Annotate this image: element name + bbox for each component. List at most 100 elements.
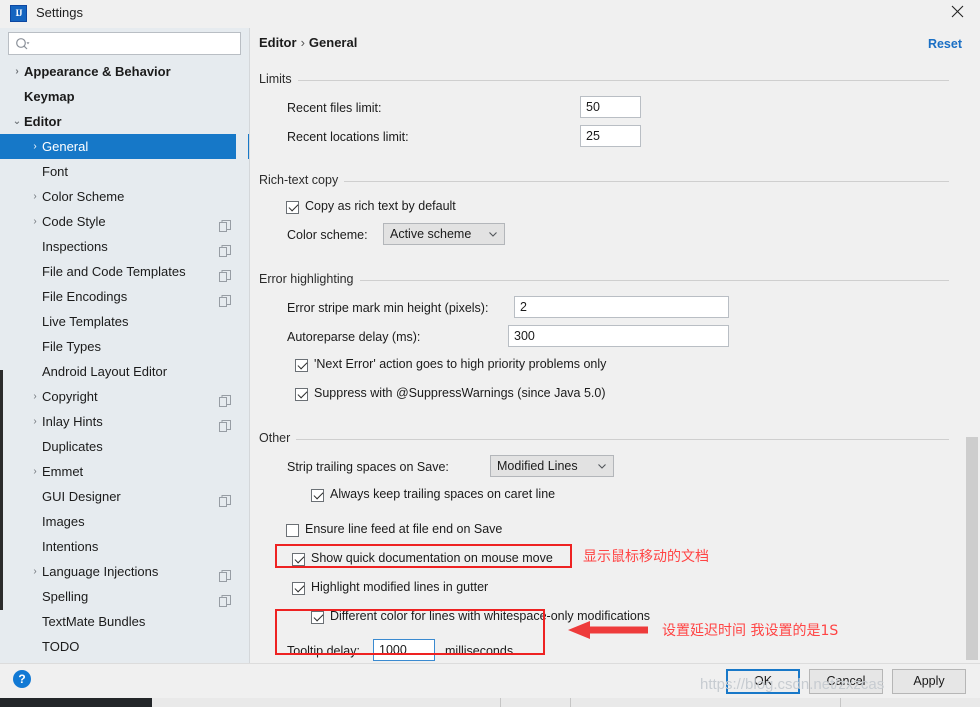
settings-dialog: IJ Settings › Appearance & Behavior Keymap… (0, 0, 980, 707)
chevron-right-icon[interactable]: › (28, 459, 42, 484)
sidebar-item-keymap[interactable]: Keymap (0, 84, 249, 109)
reset-link[interactable]: Reset (928, 37, 962, 51)
tooltip-delay-input[interactable]: 1000 (373, 639, 435, 661)
settings-sidebar: › Appearance & Behavior Keymap ⌄ Editor › Gene… (0, 28, 484, 663)
group-rich-text-copy: Rich-text copy Copy as rich text by defa… (259, 173, 949, 245)
copy-settings-icon[interactable] (219, 415, 231, 432)
group-error-highlighting-title: Error highlighting (259, 272, 360, 286)
copy-settings-icon[interactable] (219, 590, 231, 607)
autoreparse-delay-label: Autoreparse delay (ms): (287, 330, 421, 344)
copy-as-rich-text-checkbox[interactable] (286, 201, 299, 214)
chevron-right-icon[interactable]: › (10, 59, 24, 84)
sidebar-item-label: Keymap (24, 89, 75, 104)
sidebar-item-label: Live Templates (42, 314, 129, 329)
close-icon[interactable] (934, 0, 980, 28)
sidebar-item-android-layout-editor[interactable]: Android Layout Editor (0, 359, 249, 384)
breadcrumb: Editor › General (259, 35, 357, 50)
sidebar-item-file-and-code-templates[interactable]: File and Code Templates (0, 259, 249, 284)
group-limits-header: Limits (259, 72, 949, 88)
chevron-right-icon[interactable]: › (28, 559, 42, 584)
breadcrumb-parent[interactable]: Editor (259, 35, 297, 50)
sidebar-item-intentions[interactable]: Intentions (0, 534, 249, 559)
tooltip-delay-label: Tooltip delay: (287, 644, 360, 658)
suppress-warnings-label[interactable]: Suppress with @SuppressWarnings (since J… (314, 386, 606, 400)
sidebar-item-editor[interactable]: ⌄ Editor (0, 109, 249, 134)
settings-tree[interactable]: › Appearance & Behavior Keymap ⌄ Editor › Gene… (0, 59, 249, 663)
recent-locations-limit-label: Recent locations limit: (287, 130, 409, 144)
sidebar-item-code-style[interactable]: › Code Style (0, 209, 249, 234)
color-scheme-select[interactable]: Active scheme (383, 223, 505, 245)
sidebar-item-label: Spelling (42, 589, 89, 604)
group-other: Other Strip trailing spaces on Save: Mod… (259, 431, 949, 661)
highlight-modified-lines-label[interactable]: Highlight modified lines in gutter (311, 580, 488, 594)
sidebar-item-spelling[interactable]: Spelling (0, 584, 249, 609)
help-icon[interactable]: ? (13, 670, 31, 688)
sidebar-item-inlay-hints[interactable]: › Inlay Hints (0, 409, 249, 434)
autoreparse-delay-input[interactable]: 300 (508, 325, 729, 347)
chevron-down-icon[interactable]: ⌄ (10, 109, 24, 134)
apply-button[interactable]: Apply (892, 669, 966, 694)
copy-settings-icon[interactable] (219, 265, 231, 282)
sidebar-item-todo[interactable]: TODO (0, 634, 249, 659)
watermark-text: https://blog.csdn.net/zxzcas (700, 676, 885, 693)
sidebar-item-label: Code Style (42, 214, 106, 229)
annotation-text-tooltip-delay: 设置延迟时间 我设置的是1S (662, 623, 839, 639)
chevron-right-icon[interactable]: › (28, 134, 42, 159)
sidebar-item-label: Emmet (42, 464, 84, 479)
group-limits: Limits Recent files limit: 50 Recent loc… (259, 72, 949, 147)
copy-settings-icon[interactable] (219, 490, 231, 507)
copy-settings-icon[interactable] (219, 390, 231, 407)
ensure-line-feed-checkbox[interactable] (286, 524, 299, 537)
search-input[interactable] (35, 33, 235, 54)
highlight-modified-lines-checkbox[interactable] (292, 582, 305, 595)
sidebar-item-color-scheme[interactable]: › Color Scheme (0, 184, 249, 209)
ensure-line-feed-label[interactable]: Ensure line feed at file end on Save (305, 522, 502, 536)
content-scrollbar-thumb[interactable] (966, 437, 978, 660)
chevron-right-icon[interactable]: › (28, 409, 42, 434)
error-stripe-min-height-input[interactable]: 2 (514, 296, 729, 318)
sidebar-item-inspections[interactable]: Inspections (0, 234, 249, 259)
different-color-whitespace-checkbox[interactable] (311, 611, 324, 624)
sidebar-scrollbar-track[interactable] (236, 59, 484, 663)
chevron-down-icon (489, 232, 497, 237)
copy-settings-icon[interactable] (219, 240, 231, 257)
taskbar-separator (570, 698, 571, 707)
sidebar-item-images[interactable]: Images (0, 509, 249, 534)
sidebar-item-label: Inspections (42, 239, 108, 254)
chevron-right-icon[interactable]: › (28, 384, 42, 409)
show-quick-documentation-label[interactable]: Show quick documentation on mouse move (311, 551, 553, 565)
sidebar-item-file-encodings[interactable]: File Encodings (0, 284, 249, 309)
sidebar-item-gui-designer[interactable]: GUI Designer (0, 484, 249, 509)
chevron-right-icon[interactable]: › (28, 184, 42, 209)
show-quick-documentation-checkbox[interactable] (292, 553, 305, 566)
sidebar-item-live-templates[interactable]: Live Templates (0, 309, 249, 334)
copy-as-rich-text-label[interactable]: Copy as rich text by default (305, 199, 456, 213)
next-error-priority-checkbox[interactable] (295, 359, 308, 372)
sidebar-item-textmate-bundles[interactable]: TextMate Bundles (0, 609, 249, 634)
copy-settings-icon[interactable] (219, 290, 231, 307)
copy-settings-icon[interactable] (219, 565, 231, 582)
strip-trailing-spaces-select[interactable]: Modified Lines (490, 455, 614, 477)
taskbar-dark-region (0, 698, 152, 707)
group-divider (259, 181, 949, 182)
suppress-warnings-checkbox[interactable] (295, 388, 308, 401)
sidebar-item-copyright[interactable]: › Copyright (0, 384, 249, 409)
next-error-priority-label[interactable]: 'Next Error' action goes to high priorit… (314, 357, 606, 371)
chevron-right-icon[interactable]: › (28, 209, 42, 234)
group-rich-text-copy-title: Rich-text copy (259, 173, 345, 187)
copy-settings-icon[interactable] (219, 215, 231, 232)
sidebar-item-appearance-behavior[interactable]: › Appearance & Behavior (0, 59, 249, 84)
always-keep-trailing-spaces-checkbox[interactable] (311, 489, 324, 502)
sidebar-item-font[interactable]: Font (0, 159, 249, 184)
search-field[interactable] (8, 32, 241, 55)
recent-files-limit-input[interactable]: 50 (580, 96, 641, 118)
always-keep-trailing-spaces-label[interactable]: Always keep trailing spaces on caret lin… (330, 487, 555, 501)
sidebar-item-file-types[interactable]: File Types (0, 334, 249, 359)
recent-locations-limit-input[interactable]: 25 (580, 125, 641, 147)
sidebar-item-label: File Types (42, 339, 102, 354)
sidebar-item-label: Appearance & Behavior (24, 64, 171, 79)
sidebar-item-emmet[interactable]: › Emmet (0, 459, 249, 484)
sidebar-item-language-injections[interactable]: › Language Injections (0, 559, 249, 584)
sidebar-item-general[interactable]: › General (0, 134, 249, 159)
sidebar-item-duplicates[interactable]: Duplicates (0, 434, 249, 459)
